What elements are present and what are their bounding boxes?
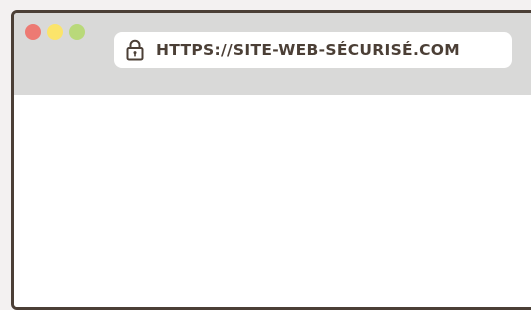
maximize-window-button[interactable] (69, 24, 85, 40)
close-window-button[interactable] (25, 24, 41, 40)
browser-window: HTTPS://SITE-WEB-SÉCURISÉ.COM (11, 10, 531, 310)
browser-titlebar: HTTPS://SITE-WEB-SÉCURISÉ.COM (14, 13, 531, 95)
url-text: HTTPS://SITE-WEB-SÉCURISÉ.COM (156, 41, 461, 59)
minimize-window-button[interactable] (47, 24, 63, 40)
lock-icon (126, 39, 144, 61)
address-bar[interactable]: HTTPS://SITE-WEB-SÉCURISÉ.COM (114, 32, 512, 68)
page-content-area (14, 95, 531, 307)
